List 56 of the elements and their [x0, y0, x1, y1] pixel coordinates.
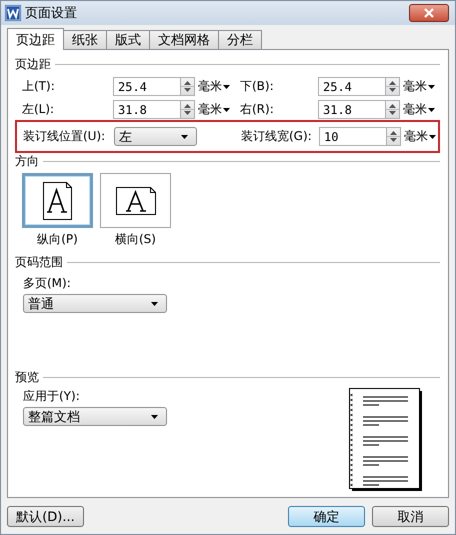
- option-label: 横向(S): [115, 231, 156, 248]
- field-label: 上(T):: [22, 78, 56, 95]
- unit-dropdown[interactable]: 毫米: [198, 101, 230, 118]
- tab[interactable]: 页边距: [7, 28, 64, 50]
- tab[interactable]: 版式: [106, 30, 150, 49]
- section-heading: 页码范围: [15, 256, 63, 269]
- field-label: 多页(M):: [23, 275, 72, 291]
- caret-icon: [223, 108, 230, 112]
- number-field[interactable]: 10: [319, 127, 386, 146]
- page-icon: [116, 186, 156, 214]
- field-label: 装订线宽(G):: [241, 128, 313, 145]
- tab[interactable]: 分栏: [218, 30, 262, 49]
- close-icon: [424, 8, 434, 18]
- field-label: 左(L):: [22, 101, 56, 118]
- tab[interactable]: 纸张: [63, 30, 107, 49]
- unit-dropdown[interactable]: 毫米: [403, 101, 435, 118]
- spinner-icon[interactable]: [385, 77, 400, 96]
- spinner-icon[interactable]: [386, 127, 401, 146]
- tab[interactable]: 文档网格: [149, 30, 219, 49]
- section-heading: 页边距: [15, 58, 51, 71]
- spinner-icon[interactable]: [180, 77, 195, 96]
- caret-icon: [223, 84, 230, 88]
- option-label: 纵向(P): [37, 231, 78, 248]
- number-field[interactable]: 31.8: [113, 100, 180, 119]
- dropdown[interactable]: 左: [114, 127, 197, 146]
- dropdown[interactable]: 整篇文档: [23, 407, 167, 426]
- spinner-icon[interactable]: [180, 100, 195, 119]
- dialog-button[interactable]: 确定: [288, 506, 365, 527]
- caret-icon: [151, 302, 158, 306]
- caret-icon: [151, 414, 158, 418]
- orientation-button[interactable]: [22, 173, 93, 228]
- field-label: 下(B):: [240, 78, 275, 95]
- dialog-button[interactable]: 默认(D)...: [7, 506, 84, 527]
- caret-icon: [181, 134, 188, 138]
- unit-dropdown[interactable]: 毫米: [198, 78, 230, 95]
- field-label: 装订线位置(U):: [23, 128, 106, 145]
- app-logo-icon: [5, 5, 21, 21]
- unit-dropdown[interactable]: 毫米: [403, 78, 435, 95]
- dialog-button[interactable]: 取消: [372, 506, 449, 527]
- caret-icon: [428, 108, 435, 112]
- section-heading: 预览: [15, 371, 39, 384]
- close-button[interactable]: [409, 4, 449, 22]
- spinner-icon[interactable]: [385, 100, 400, 119]
- caret-icon: [428, 84, 435, 88]
- number-field[interactable]: 31.8: [318, 100, 385, 119]
- caret-icon: [429, 134, 436, 138]
- unit-dropdown[interactable]: 毫米: [404, 128, 436, 145]
- section-heading: 方向: [15, 155, 39, 168]
- window-title: 页面设置: [25, 5, 78, 22]
- field-label: 右(R):: [240, 101, 275, 118]
- dropdown[interactable]: 普通: [23, 294, 167, 313]
- orientation-button[interactable]: [100, 173, 171, 228]
- page-icon: [43, 182, 72, 220]
- number-field[interactable]: 25.4: [318, 77, 385, 96]
- field-label: 应用于(Y):: [23, 388, 81, 404]
- number-field[interactable]: 25.4: [113, 77, 180, 96]
